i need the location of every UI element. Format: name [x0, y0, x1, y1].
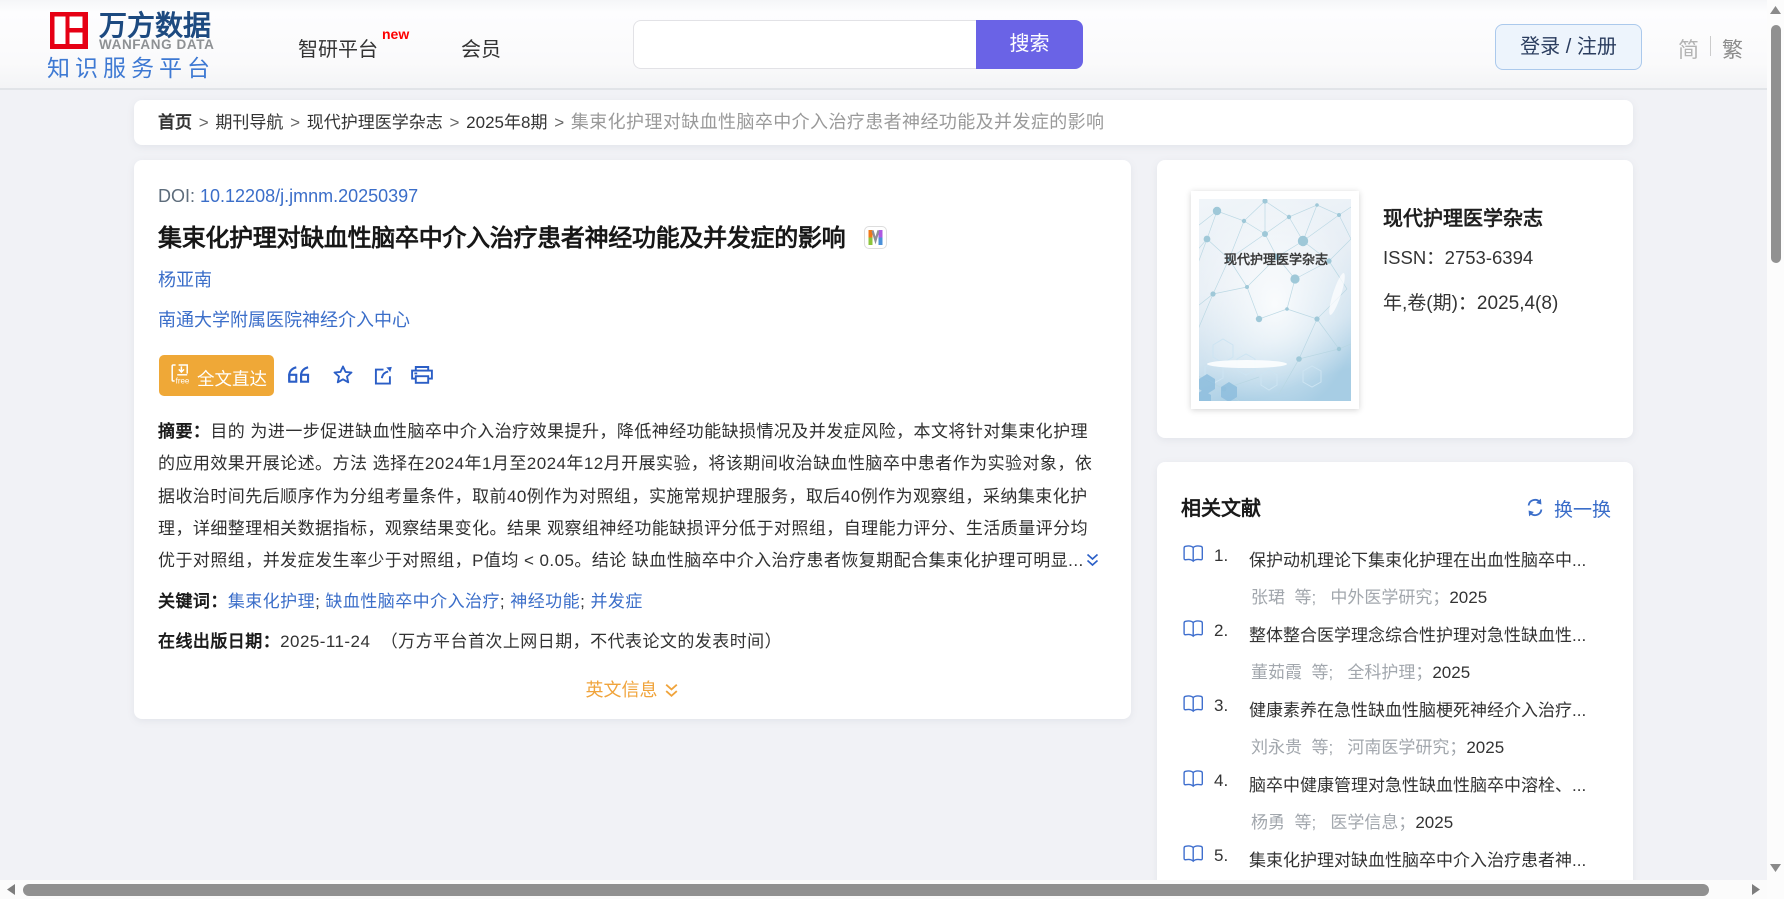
svg-text:现代护理医学杂志: 现代护理医学杂志 — [1224, 252, 1328, 267]
svg-text:free: free — [176, 377, 190, 386]
